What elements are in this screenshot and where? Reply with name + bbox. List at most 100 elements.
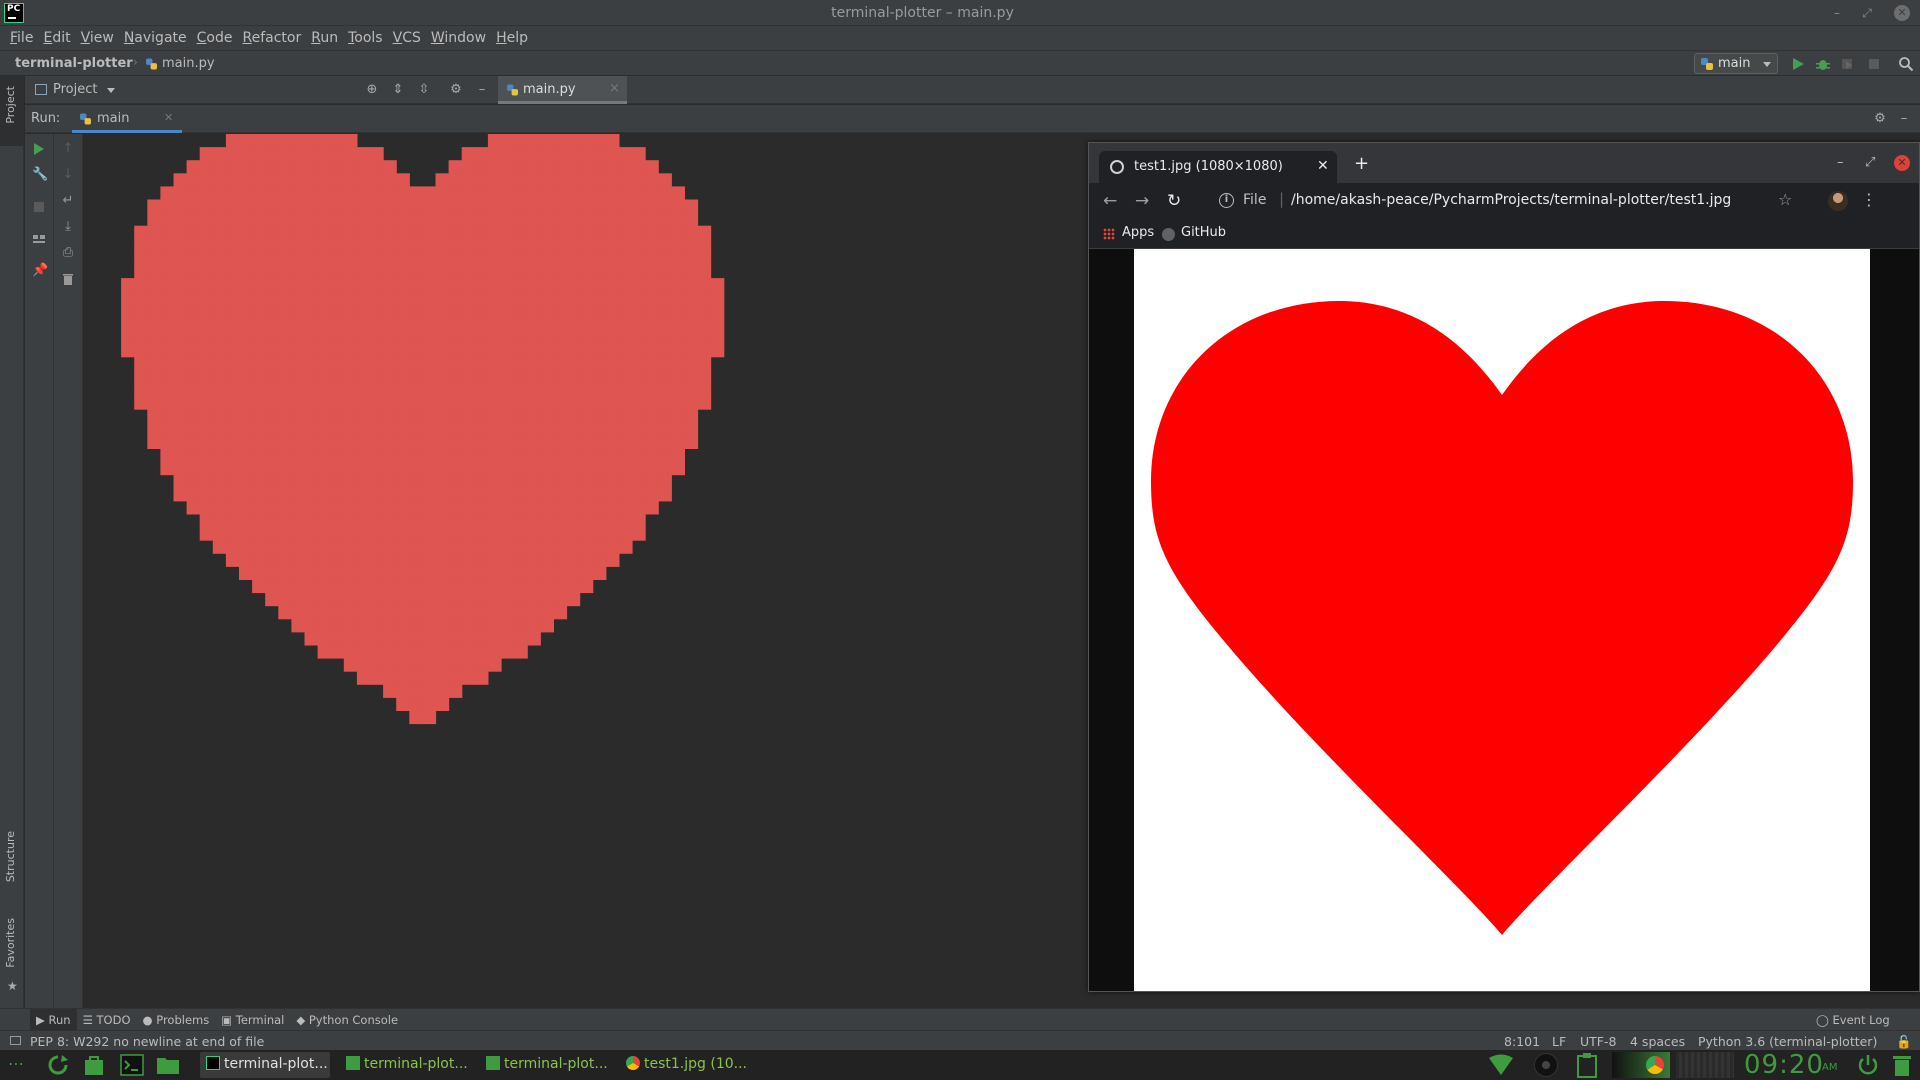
taskbar-task-pycharm[interactable]: terminal-plot...	[200, 1052, 330, 1078]
close-tab-icon[interactable]: ✕	[164, 111, 173, 124]
tool-terminal[interactable]: ▣ Terminal	[215, 1009, 290, 1031]
stop-icon[interactable]	[32, 200, 46, 214]
volume-icon[interactable]	[1534, 1053, 1558, 1077]
taskbar-task-folder-2[interactable]: terminal-plot...	[480, 1052, 610, 1078]
store-launcher-icon[interactable]	[82, 1054, 106, 1076]
editor-tab-main-py[interactable]: main.py ×	[498, 76, 627, 104]
line-separator[interactable]: LF	[1552, 1034, 1566, 1049]
breadcrumb-project[interactable]: terminal-plotter	[15, 56, 133, 71]
bookmark-github[interactable]: GitHub	[1181, 225, 1226, 240]
wrench-icon[interactable]: 🔧	[32, 168, 48, 182]
event-log-button[interactable]: ◯ Event Log	[1816, 1013, 1890, 1027]
locate-icon[interactable]: ⊕	[365, 83, 379, 97]
terminal-launcher-icon[interactable]	[120, 1054, 144, 1076]
heart-block	[501, 422, 515, 436]
indent-setting[interactable]: 4 spaces	[1630, 1034, 1685, 1049]
hide-panel-icon[interactable]: –	[1897, 112, 1911, 126]
tool-todo[interactable]: ☰ TODO	[77, 1009, 137, 1031]
run-tab-main[interactable]: main ✕	[72, 105, 182, 133]
workspace-2-preview[interactable]	[1676, 1052, 1734, 1078]
run-configuration-selector[interactable]: main	[1694, 53, 1778, 74]
run-with-coverage-icon[interactable]	[1840, 56, 1856, 72]
menu-help[interactable]: Help	[496, 30, 528, 46]
back-icon[interactable]: ←	[1103, 191, 1117, 211]
files-launcher-icon[interactable]	[156, 1054, 180, 1076]
menu-file[interactable]: File	[10, 30, 33, 46]
trash-icon[interactable]	[1890, 1053, 1914, 1077]
favorites-tab-label[interactable]: Favorites	[4, 918, 17, 968]
gear-icon[interactable]: ⚙	[1873, 112, 1887, 126]
minimize-icon[interactable]: –	[1829, 5, 1845, 21]
menu-view[interactable]: View	[81, 30, 114, 46]
hide-panel-icon[interactable]: –	[475, 83, 489, 97]
close-window-icon[interactable]: ✕	[1894, 5, 1910, 21]
menu-run[interactable]: Run	[311, 30, 338, 46]
rerun-icon[interactable]	[32, 142, 46, 156]
menu-vcs[interactable]: VCS	[393, 30, 421, 46]
soft-wrap-icon[interactable]: ↵	[61, 194, 75, 208]
close-tab-icon[interactable]: ✕	[1317, 158, 1329, 174]
heart-block	[383, 291, 397, 305]
clock-time[interactable]: 09:20	[1744, 1050, 1824, 1080]
restore-icon[interactable]: ⤢	[1859, 5, 1875, 21]
forward-icon[interactable]: →	[1135, 191, 1149, 211]
tool-run[interactable]: ▶ Run	[30, 1008, 77, 1031]
menu-navigate[interactable]: Navigate	[124, 30, 187, 46]
toggle-tool-windows-icon[interactable]	[10, 1036, 21, 1045]
heart-block	[409, 212, 423, 227]
heart-block	[501, 330, 515, 345]
taskbar-task-chrome[interactable]: test1.jpg (10...	[620, 1052, 750, 1078]
refresh-launcher-icon[interactable]	[46, 1054, 70, 1076]
print-icon[interactable]: ⎙	[61, 246, 75, 260]
project-tool-tab[interactable]: Project	[0, 76, 24, 146]
stop-icon[interactable]	[1866, 56, 1882, 72]
gear-icon[interactable]: ⚙	[449, 83, 463, 97]
close-window-icon[interactable]: ✕	[1894, 155, 1910, 171]
menu-code[interactable]: Code	[197, 30, 233, 46]
left-tool-stripe: Project Structure Favorites ★	[0, 76, 24, 1008]
debug-icon[interactable]	[1815, 56, 1831, 72]
restore-icon[interactable]: ⤢	[1865, 155, 1875, 170]
file-encoding[interactable]: UTF-8	[1580, 1034, 1616, 1049]
menu-tools[interactable]: Tools	[348, 30, 383, 46]
close-tab-icon[interactable]: ×	[609, 81, 620, 96]
heart-block	[658, 251, 672, 266]
chevron-down-icon[interactable]	[107, 88, 115, 93]
pin-icon[interactable]: 📌	[32, 264, 48, 278]
arrow-up-icon[interactable]: ↑	[61, 142, 75, 156]
reload-icon[interactable]: ↻	[1167, 191, 1181, 211]
arrow-down-icon[interactable]: ↓	[61, 168, 75, 182]
more-menu-icon[interactable]: ⋮	[1861, 190, 1877, 209]
menu-window[interactable]: Window	[431, 30, 486, 46]
menu-refactor[interactable]: Refactor	[242, 30, 301, 46]
expand-all-icon[interactable]: ⇕	[391, 83, 405, 97]
profile-avatar[interactable]	[1828, 191, 1848, 211]
tool-problems[interactable]: ● Problems	[137, 1009, 216, 1031]
clipboard-icon[interactable]	[1576, 1052, 1598, 1078]
new-tab-icon[interactable]: +	[1354, 153, 1369, 174]
lock-icon[interactable]: 🔓	[1896, 1034, 1912, 1050]
menu-edit[interactable]: Edit	[43, 30, 70, 46]
trash-icon[interactable]	[61, 272, 75, 286]
browser-tab[interactable]: test1.jpg (1080×1080) ✕	[1099, 151, 1337, 183]
menu-dots-icon[interactable]: ⋯	[8, 1054, 25, 1073]
bookmark-apps[interactable]: Apps	[1122, 225, 1154, 240]
layout-icon[interactable]	[32, 232, 46, 246]
breadcrumb-file[interactable]: main.py	[162, 56, 215, 71]
power-icon[interactable]	[1856, 1053, 1880, 1077]
structure-tab-label[interactable]: Structure	[4, 831, 17, 882]
python-interpreter[interactable]: Python 3.6 (terminal-plotter)	[1698, 1034, 1877, 1049]
wifi-icon[interactable]	[1488, 1054, 1514, 1076]
scroll-to-end-icon[interactable]: ⤓	[61, 220, 75, 234]
run-icon[interactable]	[1790, 56, 1806, 72]
bookmark-star-icon[interactable]: ☆	[1778, 190, 1792, 209]
minimize-icon[interactable]: –	[1837, 155, 1844, 170]
search-icon[interactable]	[1898, 56, 1914, 72]
info-icon[interactable]: i	[1219, 193, 1234, 208]
tool-python-console[interactable]: ◆ Python Console	[290, 1009, 404, 1031]
address-bar[interactable]: i File | /home/akash-peace/PycharmProjec…	[1203, 187, 1803, 215]
project-view-selector[interactable]: Project	[53, 82, 97, 97]
collapse-all-icon[interactable]: ⇳	[417, 83, 431, 97]
taskbar-task-folder-1[interactable]: terminal-plot...	[340, 1052, 470, 1078]
caret-position[interactable]: 8:101	[1504, 1034, 1540, 1049]
